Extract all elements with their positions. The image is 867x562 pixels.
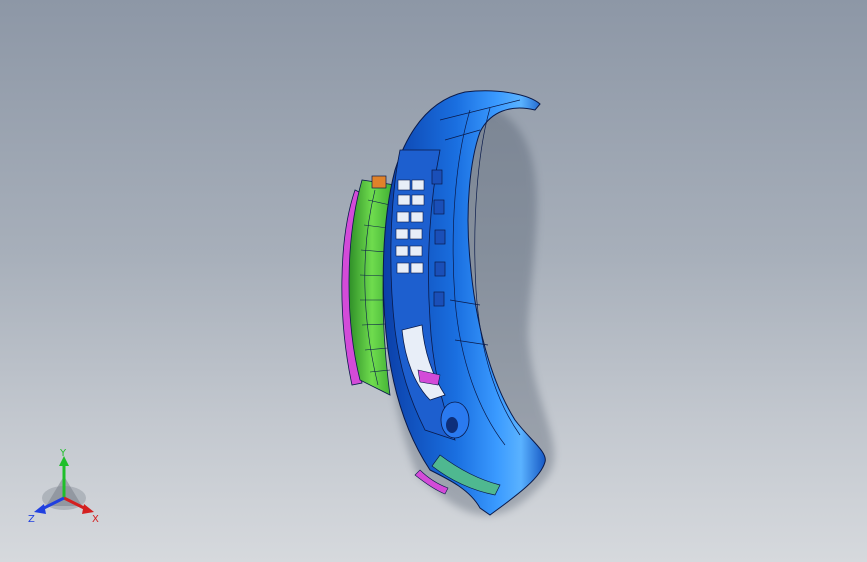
triad-z-label: Z xyxy=(28,514,35,525)
triad-y-label: Y xyxy=(59,448,67,459)
triad-x-label: X xyxy=(92,514,99,525)
graphics-viewport[interactable]: Y X Z xyxy=(0,0,867,562)
bumper-model[interactable] xyxy=(0,0,867,562)
reference-triad: Y X Z xyxy=(28,448,99,525)
bracket-orange xyxy=(371,175,387,189)
